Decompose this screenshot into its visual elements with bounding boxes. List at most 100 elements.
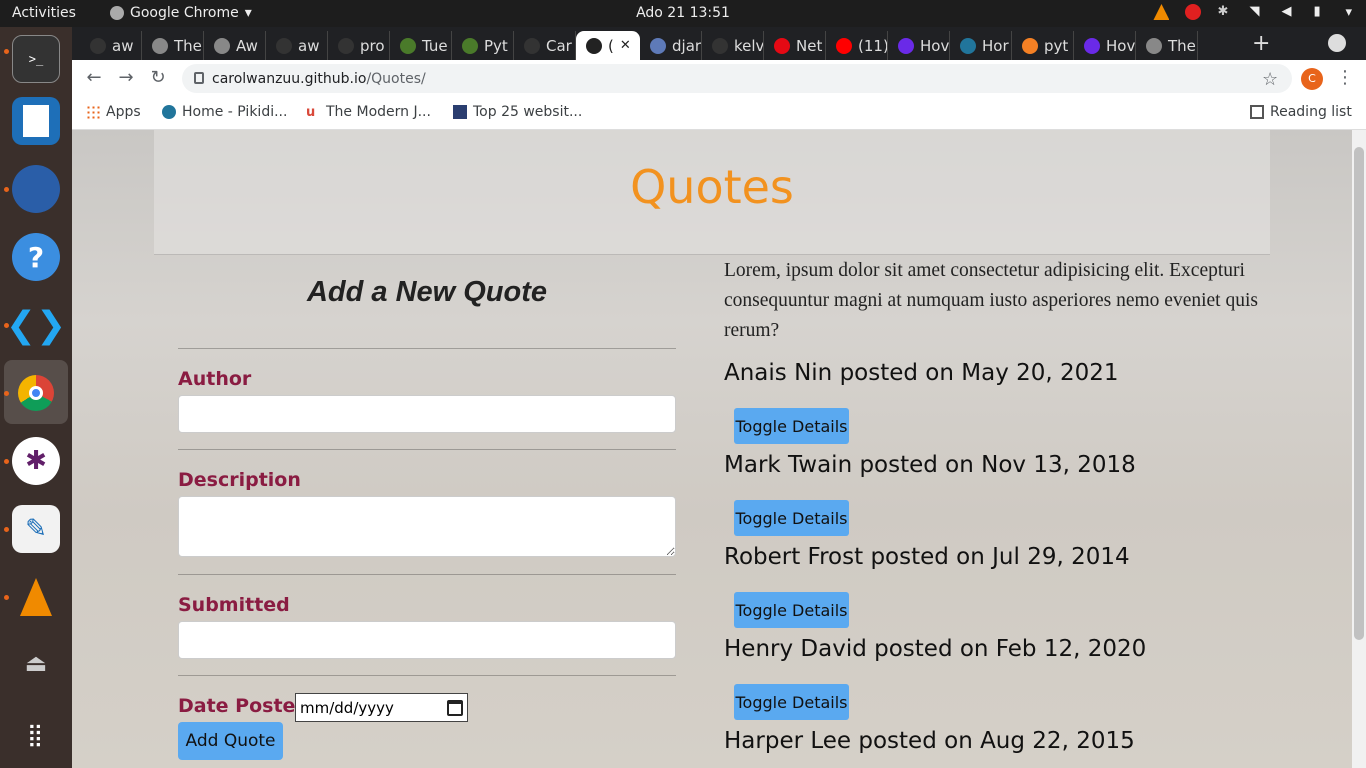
tab-label: Tue — [422, 36, 448, 55]
browser-tab[interactable]: djar — [640, 31, 702, 60]
writer-icon[interactable] — [12, 97, 60, 145]
help-icon[interactable]: ? — [12, 233, 60, 281]
tab-label: Net — [796, 36, 823, 55]
submitted-label: Submitted — [178, 594, 290, 616]
back-icon[interactable]: ← — [84, 68, 104, 88]
running-indicator — [4, 527, 9, 532]
vlc-tray-icon[interactable] — [1153, 4, 1170, 20]
address-bar[interactable]: carolwanzuu.github.io/Quotes/ — [182, 64, 1292, 93]
browser-toolbar: ← → ↻ carolwanzuu.github.io/Quotes/ ☆ C … — [72, 60, 1366, 97]
close-tab-icon[interactable]: ✕ — [620, 38, 631, 53]
browser-tab[interactable]: The — [1136, 31, 1198, 60]
browser-tab[interactable]: Pyt — [452, 31, 514, 60]
wordpress-icon — [960, 37, 976, 54]
add-quote-button[interactable]: Add Quote — [178, 722, 283, 760]
reload-icon[interactable]: ↻ — [148, 68, 168, 88]
browser-menu-icon[interactable]: ⋮ — [1336, 68, 1354, 88]
tab-strip: aw The Aw aw pro Tue Pyt Car(✕ djar kelv Net (11) Ho… — [72, 27, 1366, 60]
bookmark-modern-js[interactable]: u The Modern J... — [306, 104, 431, 120]
browser-tab[interactable]: Net — [764, 31, 826, 60]
description-input[interactable] — [178, 496, 676, 557]
bookmarks-bar: Apps Home - Pikidi... u The Modern J... T… — [72, 97, 1366, 130]
vlc-icon[interactable] — [12, 573, 60, 621]
page-content: Quotes Add a New Quote Author Descriptio… — [72, 130, 1352, 768]
stop-tray-icon[interactable] — [1185, 4, 1202, 20]
quote-title: Anais Nin posted on May 20, 2021 — [724, 360, 1119, 386]
chevron-down-icon: ▾ — [244, 5, 252, 21]
browser-tab[interactable]: Car — [514, 31, 576, 60]
calendar-icon[interactable] — [447, 699, 463, 716]
slack-tray-icon[interactable]: ✱ — [1217, 4, 1233, 20]
thunderbird-icon[interactable] — [12, 165, 60, 213]
bookmark-apps[interactable]: Apps — [86, 104, 141, 120]
profile-avatar[interactable]: C — [1301, 68, 1323, 90]
chrome-dock-icon[interactable] — [12, 369, 60, 417]
globe-icon — [1146, 37, 1162, 54]
quote-title: Harper Lee posted on Aug 22, 2015 — [724, 728, 1135, 754]
clock[interactable]: Ado 21 13:51 — [636, 5, 730, 21]
running-indicator — [4, 459, 9, 464]
show-apps-icon[interactable]: ⣿ — [12, 711, 60, 759]
bookmark-star-icon[interactable]: ☆ — [1262, 69, 1278, 90]
chrome-icon — [110, 6, 124, 20]
terminal-icon[interactable]: >_ — [12, 35, 60, 83]
intro-text: Lorem, ipsum dolor sit amet consectetur … — [724, 260, 1258, 341]
bookmark-pikidi[interactable]: Home - Pikidi... — [162, 104, 287, 120]
tab-label: Hor — [982, 36, 1009, 55]
lock-icon — [194, 72, 204, 84]
text-editor-icon[interactable]: ✎ — [12, 505, 60, 553]
activities-button[interactable]: Activities — [12, 5, 76, 21]
browser-tab[interactable]: Hor — [950, 31, 1012, 60]
browser-tab[interactable]: aw — [266, 31, 328, 60]
form-heading: Add a New Quote — [306, 276, 548, 308]
author-input[interactable] — [178, 395, 676, 433]
tab-label: aw — [112, 36, 134, 55]
usb-drive-icon[interactable]: ⏏ — [12, 639, 60, 687]
reading-list[interactable]: Reading list — [1250, 104, 1352, 120]
app-menu[interactable]: Google Chrome ▾ — [110, 5, 252, 21]
github-icon — [276, 37, 292, 54]
browser-tab[interactable]: Hov — [888, 31, 950, 60]
slack-icon[interactable]: ✱ — [12, 437, 60, 485]
tab-label: Pyt — [484, 36, 508, 55]
browser-tab[interactable]: aw — [80, 31, 142, 60]
toggle-details-button[interactable]: Toggle Details — [734, 684, 849, 720]
netflix-icon — [774, 37, 790, 54]
url-path: /Quotes/ — [366, 70, 426, 87]
browser-tab[interactable]: The — [142, 31, 204, 60]
divider — [178, 348, 676, 349]
scrollbar-thumb[interactable] — [1354, 147, 1364, 640]
system-menu-chevron-icon[interactable]: ▾ — [1345, 5, 1352, 20]
wifi-icon[interactable]: ◥ — [1249, 4, 1265, 20]
bookmark-top25[interactable]: Top 25 websit... — [453, 104, 582, 120]
browser-tab[interactable]: (11) — [826, 31, 888, 60]
angular-icon — [586, 37, 602, 54]
browser-tab[interactable]: pyt — [1012, 31, 1074, 60]
youtube-icon — [836, 37, 852, 54]
toggle-details-button[interactable]: Toggle Details — [734, 408, 849, 444]
tab-label: kelv — [734, 36, 764, 55]
browser-tab[interactable]: Aw — [204, 31, 266, 60]
battery-icon[interactable]: ▮ — [1313, 4, 1329, 20]
palm-icon — [462, 37, 478, 54]
tab-search-icon[interactable] — [1328, 34, 1346, 52]
running-indicator — [4, 49, 9, 54]
toggle-details-button[interactable]: Toggle Details — [734, 500, 849, 536]
running-indicator — [4, 595, 9, 600]
date-posted-input[interactable]: mm/dd/yyyy — [295, 693, 468, 722]
tab-label: djar — [672, 36, 702, 55]
browser-tab[interactable]: kelv — [702, 31, 764, 60]
submitted-input[interactable] — [178, 621, 676, 659]
tab-label: The — [1168, 36, 1196, 55]
forward-icon[interactable]: → — [116, 68, 136, 88]
vscode-icon[interactable]: ❮❯ — [6, 301, 66, 349]
browser-tab[interactable]: pro — [328, 31, 390, 60]
page-title: Quotes — [630, 160, 794, 214]
dock: >_ ? ❮❯ ✱ ✎ ⏏ ⣿ — [0, 27, 72, 768]
new-tab-icon[interactable]: + — [1252, 31, 1270, 56]
toggle-details-button[interactable]: Toggle Details — [734, 592, 849, 628]
volume-icon[interactable]: ◀ — [1281, 4, 1297, 20]
browser-tab[interactable]: Tue — [390, 31, 452, 60]
browser-tab[interactable]: Hov — [1074, 31, 1136, 60]
browser-tab[interactable]: (✕ — [576, 31, 640, 60]
